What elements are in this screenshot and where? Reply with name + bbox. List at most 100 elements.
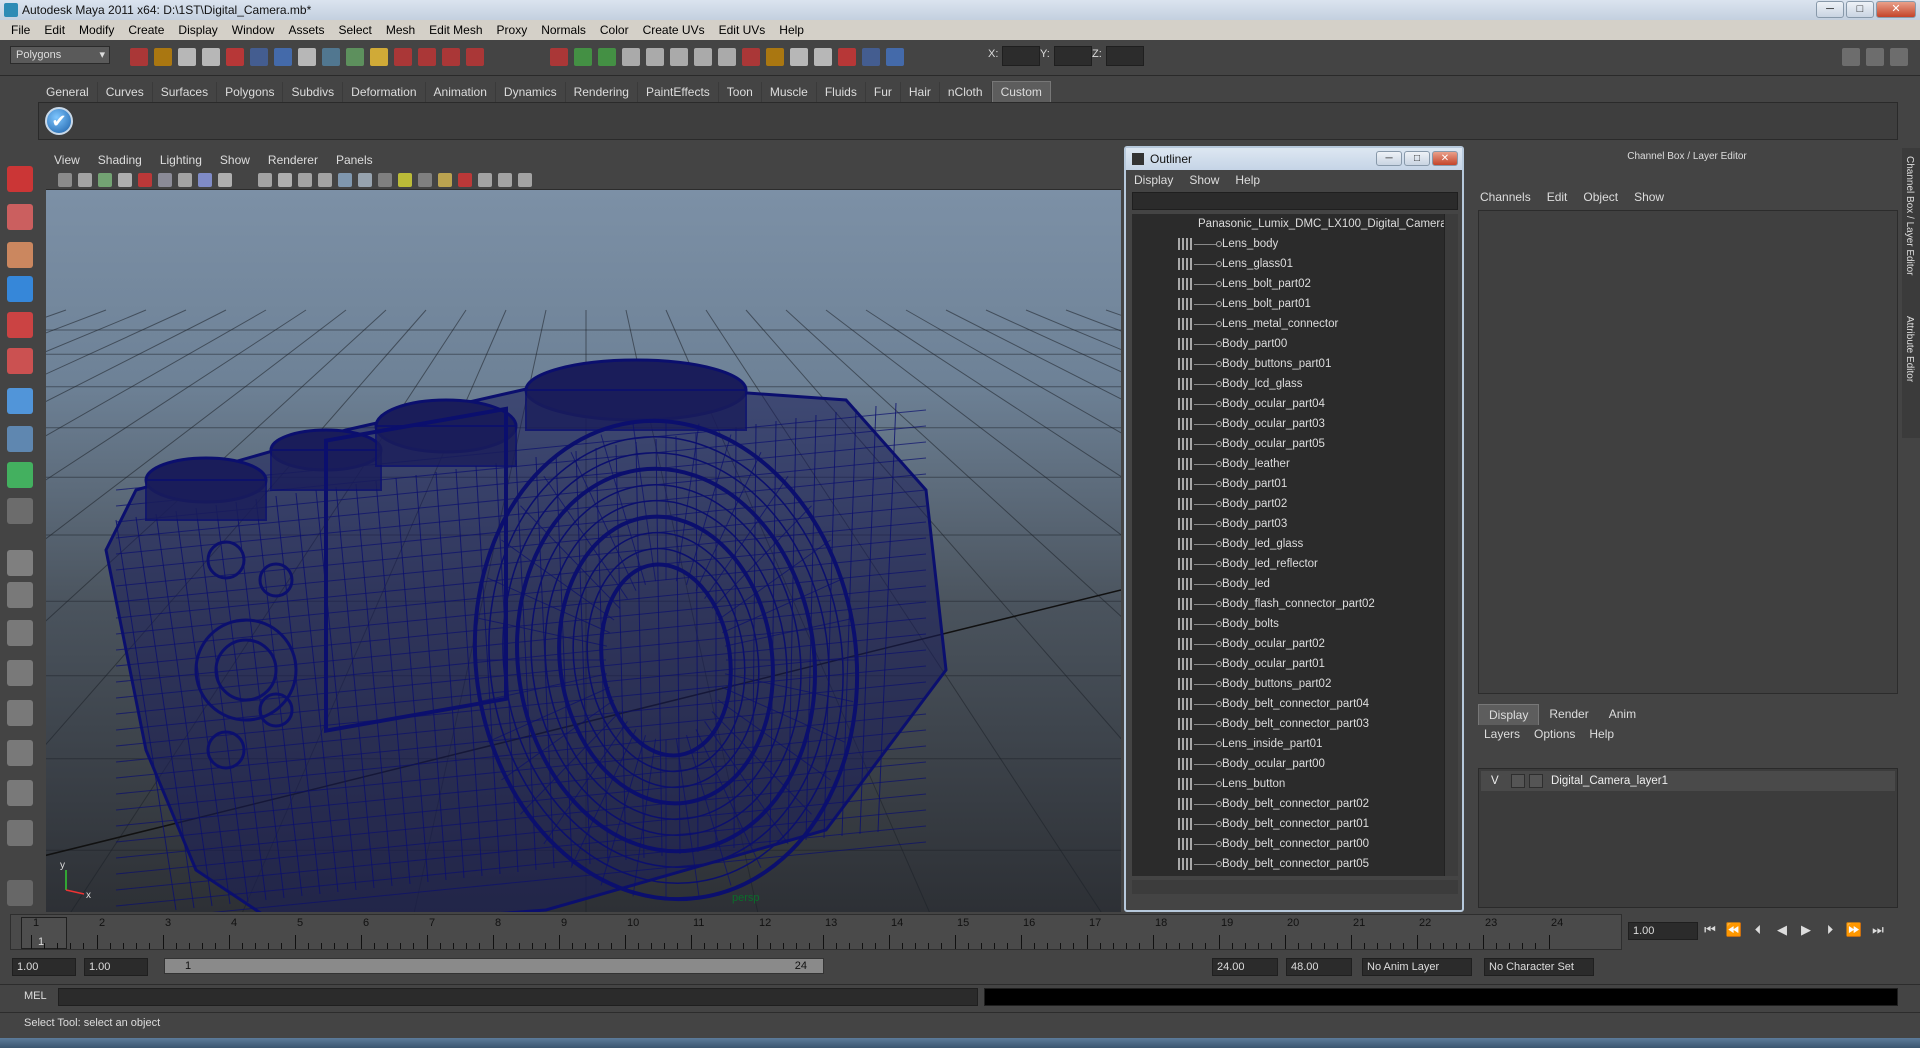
- viewport-tool-icon[interactable]: [218, 173, 232, 187]
- outliner-item[interactable]: Body_ocular_part03: [1132, 414, 1444, 434]
- status-tool-icon[interactable]: [670, 48, 688, 66]
- outliner-item[interactable]: Body_leather: [1132, 454, 1444, 474]
- outliner-item[interactable]: Body_led_glass: [1132, 534, 1444, 554]
- tool-icon[interactable]: [7, 820, 33, 846]
- outliner-close-button[interactable]: ✕: [1432, 151, 1458, 166]
- outliner-item[interactable]: Body_ocular_part00: [1132, 754, 1444, 774]
- status-tool-icon[interactable]: [130, 48, 148, 66]
- side-tab-attribute-editor[interactable]: Attribute Editor: [1904, 316, 1915, 382]
- viewport-persp[interactable]: View Shading Lighting Show Renderer Panels yx…: [46, 150, 1121, 912]
- status-tool-icon[interactable]: [250, 48, 268, 66]
- channel-box-area[interactable]: [1478, 210, 1898, 694]
- viewport-menu-renderer[interactable]: Renderer: [268, 153, 318, 167]
- status-tool-icon[interactable]: [274, 48, 292, 66]
- menu-select[interactable]: Select: [331, 23, 378, 37]
- step-forward-key-button[interactable]: ⏩: [1844, 922, 1864, 940]
- tool-icon[interactable]: [7, 582, 33, 608]
- shelf-tab-fluids[interactable]: Fluids: [817, 82, 866, 102]
- status-tool-icon[interactable]: [646, 48, 664, 66]
- layer-tab-render[interactable]: Render: [1539, 704, 1598, 725]
- status-tool-icon[interactable]: [202, 48, 220, 66]
- play-forward-button[interactable]: ▶: [1796, 922, 1816, 940]
- viewport-tool-icon[interactable]: [378, 173, 392, 187]
- shelf-tab-rendering[interactable]: Rendering: [566, 82, 638, 102]
- go-to-end-button[interactable]: ⏭: [1868, 922, 1888, 940]
- outliner-menu-display[interactable]: Display: [1134, 173, 1173, 187]
- status-tool-icon[interactable]: [178, 48, 196, 66]
- tool-icon[interactable]: [7, 348, 33, 374]
- outliner-item[interactable]: Body_lcd_glass: [1132, 374, 1444, 394]
- status-tool-icon[interactable]: [154, 48, 172, 66]
- menu-mesh[interactable]: Mesh: [379, 23, 422, 37]
- outliner-item[interactable]: Body_ocular_part01: [1132, 654, 1444, 674]
- outliner-item[interactable]: Body_belt_connector_part02: [1132, 794, 1444, 814]
- outliner-menu-help[interactable]: Help: [1235, 173, 1260, 187]
- viewport-tool-icon[interactable]: [258, 173, 272, 187]
- viewport-tool-icon[interactable]: [58, 173, 72, 187]
- outliner-list[interactable]: Panasonic_Lumix_DMC_LX100_Digital_Camera…: [1132, 214, 1444, 876]
- outliner-item[interactable]: Body_ocular_part04: [1132, 394, 1444, 414]
- viewport-tool-icon[interactable]: [78, 173, 92, 187]
- viewport-tool-icon[interactable]: [478, 173, 492, 187]
- viewport-tool-icon[interactable]: [518, 173, 532, 187]
- outliner-minimize-button[interactable]: ─: [1376, 151, 1402, 166]
- step-forward-frame-button[interactable]: ⏵: [1820, 922, 1840, 940]
- menu-edit-uvs[interactable]: Edit UVs: [712, 23, 773, 37]
- viewport-tool-icon[interactable]: [438, 173, 452, 187]
- status-tool-icon[interactable]: [838, 48, 856, 66]
- command-language-label[interactable]: MEL: [24, 990, 47, 1002]
- tool-icon[interactable]: [7, 276, 33, 302]
- outliner-item[interactable]: Body_part03: [1132, 514, 1444, 534]
- status-tool-icon[interactable]: [814, 48, 832, 66]
- shelf-tab-toon[interactable]: Toon: [719, 82, 762, 102]
- shelf-tab-ncloth[interactable]: nCloth: [940, 82, 992, 102]
- menu-set-dropdown[interactable]: Polygons: [10, 46, 110, 64]
- shelf-tab-painteffects[interactable]: PaintEffects: [638, 82, 719, 102]
- current-frame-field[interactable]: 1.00: [1628, 922, 1698, 940]
- outliner-item[interactable]: Body_ocular_part02: [1132, 634, 1444, 654]
- outliner-item[interactable]: Body_part01: [1132, 474, 1444, 494]
- tool-icon[interactable]: [7, 740, 33, 766]
- outliner-item[interactable]: Lens_body: [1132, 234, 1444, 254]
- status-tool-icon[interactable]: [574, 48, 592, 66]
- status-tool-icon[interactable]: [346, 48, 364, 66]
- layer-tab-display[interactable]: Display: [1478, 704, 1540, 725]
- viewport-menu-lighting[interactable]: Lighting: [160, 153, 202, 167]
- tool-icon[interactable]: [7, 700, 33, 726]
- menu-proxy[interactable]: Proxy: [490, 23, 535, 37]
- menu-modify[interactable]: Modify: [72, 23, 121, 37]
- tool-icon[interactable]: [7, 780, 33, 806]
- playback-end-field[interactable]: 24.00: [1212, 958, 1278, 976]
- tool-icon[interactable]: [7, 242, 33, 268]
- layout-icon[interactable]: [1890, 48, 1908, 66]
- viewport-tool-icon[interactable]: [398, 173, 412, 187]
- play-backward-button[interactable]: ◀: [1772, 922, 1792, 940]
- channel-box-menu-object[interactable]: Object: [1583, 190, 1618, 204]
- status-tool-icon[interactable]: [466, 48, 484, 66]
- tool-icon[interactable]: [7, 388, 33, 414]
- viewport-tool-icon[interactable]: [318, 173, 332, 187]
- scene-canvas[interactable]: yx: [46, 190, 1121, 912]
- channel-box-menu-edit[interactable]: Edit: [1547, 190, 1568, 204]
- outliner-item[interactable]: Body_flash_connector_part02: [1132, 594, 1444, 614]
- layer-menu-help[interactable]: Help: [1589, 727, 1614, 741]
- layer-visibility-toggle[interactable]: V: [1491, 771, 1499, 791]
- check-icon[interactable]: ✔: [45, 107, 73, 135]
- layer-template-toggle[interactable]: [1511, 774, 1525, 788]
- tool-icon[interactable]: [7, 166, 33, 192]
- outliner-vertical-scrollbar[interactable]: [1444, 214, 1458, 876]
- outliner-item[interactable]: Lens_bolt_part01: [1132, 294, 1444, 314]
- viewport-menu-show[interactable]: Show: [220, 153, 250, 167]
- step-back-frame-button[interactable]: ⏴: [1748, 922, 1768, 940]
- range-bar[interactable]: 1 24: [164, 958, 824, 974]
- viewport-tool-icon[interactable]: [338, 173, 352, 187]
- outliner-horizontal-scrollbar[interactable]: [1132, 880, 1458, 894]
- status-tool-icon[interactable]: [418, 48, 436, 66]
- channel-box-menu-show[interactable]: Show: [1634, 190, 1664, 204]
- viewport-tool-icon[interactable]: [458, 173, 472, 187]
- status-tool-icon[interactable]: [226, 48, 244, 66]
- status-tool-icon[interactable]: [622, 48, 640, 66]
- time-slider[interactable]: 1 1 2 3 4 5 6 7 8 9 10 11 12 13 14 15 16 17 18 19 20 21 22 23 2…: [10, 914, 1622, 950]
- outliner-item[interactable]: Body_buttons_part02: [1132, 674, 1444, 694]
- menu-create[interactable]: Create: [121, 23, 171, 37]
